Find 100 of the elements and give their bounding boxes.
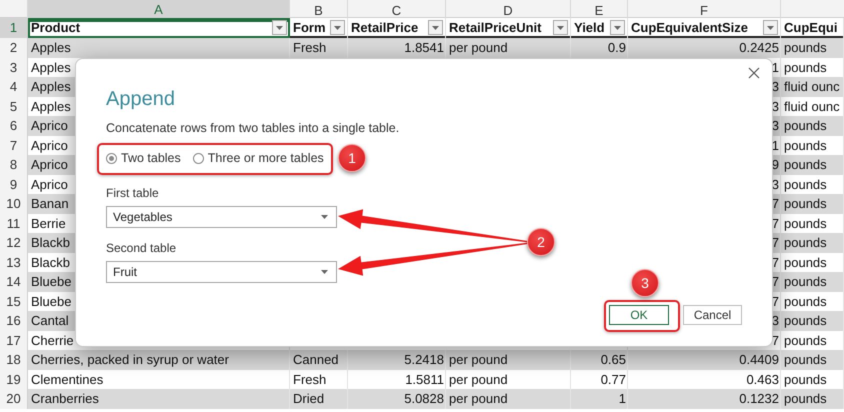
radio-option[interactable]: Three or more tables [192, 148, 324, 168]
table-cell-text: 0.4409 [739, 351, 779, 369]
table-cell-text: pounds [784, 370, 827, 389]
table-cell-text: per pound [449, 370, 508, 389]
caret-icon [276, 26, 283, 30]
table-cell-text: pounds [784, 234, 827, 252]
row-number[interactable]: 9 [0, 174, 28, 194]
dialog-description: Concatenate rows from two tables into a single table. [106, 120, 400, 136]
table-cell-text: Cranberries [31, 390, 99, 408]
column-title: CupEquivalentSize [631, 19, 748, 37]
column-title: RetailPrice [351, 19, 418, 37]
row-number[interactable]: 7 [0, 136, 28, 155]
row-number[interactable]: 12 [0, 233, 28, 252]
column-title: Product [31, 19, 80, 37]
table-cell-text: Blackb [31, 234, 70, 252]
row-number[interactable]: 13 [0, 252, 28, 272]
row-number[interactable]: 16 [0, 311, 28, 330]
table-cell-text: pounds [784, 136, 827, 155]
table-cell-text: Blackb [31, 254, 70, 272]
table-cell-text: 7 [772, 195, 779, 213]
filter-button[interactable] [763, 20, 778, 36]
table-cell-text: Cherrie [31, 332, 74, 350]
row-number[interactable]: 17 [0, 330, 28, 350]
row-number[interactable]: 6 [0, 116, 28, 136]
row-number[interactable]: 8 [0, 155, 28, 174]
table-cell-text: 1 [618, 390, 626, 408]
table-cell-text: Apples [31, 39, 71, 57]
table-cell-text: 0.9 [608, 39, 626, 57]
table-cell-text: Clementines [31, 370, 104, 388]
table-cell-text: 0.1232 [739, 390, 779, 408]
row-number[interactable]: 18 [0, 350, 28, 370]
filter-button[interactable] [428, 20, 443, 36]
table-cell-text: 1.8541 [404, 39, 444, 57]
table-cell-text: Apples [31, 78, 71, 96]
dropdown-field[interactable]: Fruit [106, 261, 337, 283]
table-cell-text: Aprico [31, 136, 68, 155]
table-cell-text: pounds [784, 351, 827, 369]
row-number[interactable]: 20 [0, 389, 28, 408]
row-number[interactable]: 2 [0, 38, 28, 58]
table-cell-text: per pound [449, 39, 508, 57]
field-label: First table [106, 185, 159, 201]
table-cell-text: Banan [31, 195, 69, 213]
dialog-title: Append [106, 87, 175, 112]
table-cell-text: Cherries, packed in syrup or water [31, 351, 229, 369]
table-cell-text: 7 [772, 254, 779, 272]
table-cell-text: Dried [293, 390, 324, 408]
table-cell-text: 0.2425 [739, 39, 779, 57]
table-cell-text: 7 [772, 234, 779, 252]
table-cell-text: pounds [784, 117, 827, 135]
table-cell-text: pounds [784, 58, 827, 77]
row-number[interactable]: 1 [0, 18, 28, 38]
table-cell-text: Cantal [31, 312, 69, 330]
table-cell-text: pounds [784, 176, 827, 194]
filter-button[interactable] [610, 20, 625, 36]
table-cell-text: pounds [784, 195, 827, 213]
row-number[interactable]: 4 [0, 77, 28, 96]
radio-option[interactable]: Two tables [106, 148, 181, 168]
filter-button[interactable] [330, 20, 345, 36]
filter-button[interactable] [553, 20, 568, 36]
table-cell-text: Canned [293, 351, 339, 369]
row-number[interactable]: 15 [0, 292, 28, 311]
row-number[interactable]: 11 [0, 214, 28, 233]
table-cell-text: Aprico [31, 156, 68, 174]
row-number[interactable]: 14 [0, 272, 28, 292]
field-label: Second table [106, 240, 176, 256]
table-cell-text: pounds [784, 332, 827, 350]
column-header[interactable]: A [28, 0, 290, 22]
cancel-button[interactable]: Cancel [683, 305, 742, 325]
table-cell-text: Aprico [31, 176, 68, 194]
table-cell-text: 7 [772, 214, 779, 232]
filter-button[interactable] [272, 20, 287, 36]
table-cell-text: 0.77 [600, 370, 626, 388]
table-cell-text: fluid ounc [784, 78, 840, 96]
close-button[interactable] [746, 65, 762, 81]
ok-button[interactable]: OK [609, 305, 669, 325]
table-cell-text: Apples [31, 98, 71, 116]
row-number[interactable]: 3 [0, 58, 28, 77]
table-cell-text: 1 [772, 136, 779, 154]
table-cell-text: fluid ounc [784, 98, 840, 116]
dropdown-field[interactable]: Vegetables [106, 206, 337, 228]
caret-icon [432, 26, 439, 30]
row-number[interactable]: 10 [0, 194, 28, 214]
row-number[interactable]: 5 [0, 96, 28, 116]
table-cell-text: pounds [784, 156, 827, 174]
table-cell-text: Fresh [293, 370, 326, 388]
column-title: Yield [574, 19, 605, 37]
row-number[interactable]: 19 [0, 370, 28, 389]
table-cell-text: pounds [784, 39, 827, 57]
caret-icon [614, 26, 621, 30]
table-cell-text: pounds [784, 273, 827, 291]
table-cell-text: pounds [784, 312, 827, 330]
column-title: Form [293, 19, 326, 37]
table-cell-text: Bluebe [31, 292, 72, 310]
table-cell-text: 0.65 [600, 351, 626, 369]
table-cell-text: 7 [772, 332, 779, 350]
caret-icon [767, 26, 774, 30]
table-cell-text: Fresh [293, 39, 326, 57]
table-cell-text: 5.0828 [404, 390, 444, 408]
caret-icon [334, 26, 341, 30]
caret-icon [321, 270, 328, 274]
